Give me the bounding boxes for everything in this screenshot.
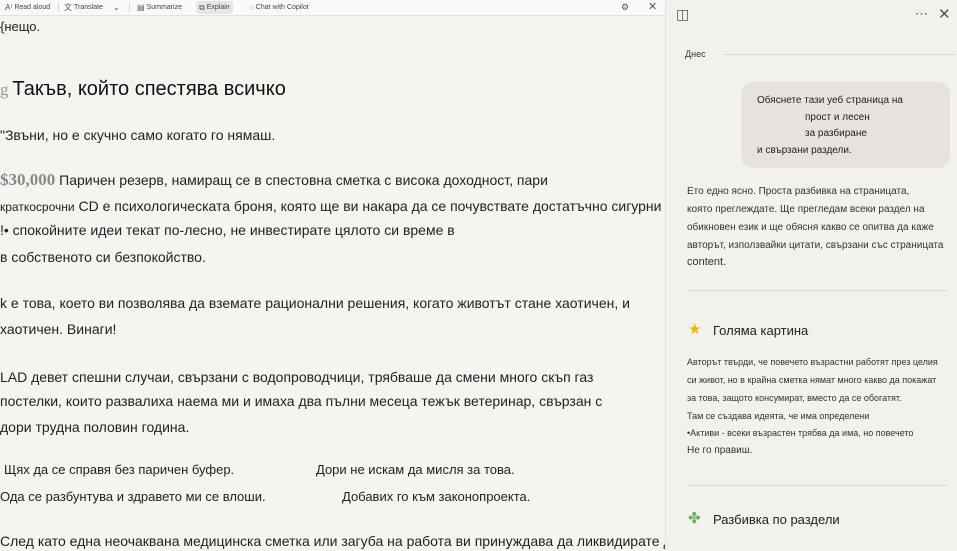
response-line: авторът, използвайки цитати, свързани съ… [687,240,944,251]
copilot-panel: ◫ ⋯ ✕ Днес Обяснете тази уеб страница на… [665,0,957,551]
user-message-bubble: Обяснете тази уеб страница на прост и ле… [741,82,950,168]
toolbar-divider [58,3,59,12]
response-line: обикновен език и ще обясня какво се опит… [687,222,934,233]
read-aloud-button[interactable]: A⁾ Read aloud [2,1,53,14]
para1-line1: $30,000 Паричен резерв, намиращ се в спе… [0,170,548,190]
explain-icon: ⧉ [199,3,205,12]
section-body-line: Там се създава идеята, че има определени [687,411,870,421]
date-label: Днес [685,49,706,59]
user-message-line: за разбиране [805,128,867,139]
column-text: Добавих го към законопроекта. [342,489,531,504]
user-message-line: Обяснете тази уеб страница на [757,95,903,106]
intro-text: {нещо. [0,19,41,34]
section-body-line: Авторът твърди, че повечето възрастни ра… [687,357,938,367]
amount-text: $30,000 [0,170,56,189]
sidebar-toggle-icon[interactable]: ◫ [676,6,689,23]
section-title-big-picture: Голяма картина [713,323,809,338]
summarize-label: Summarize [146,4,182,11]
column-text: Ода се разбунтува и здравето ми се влоши… [0,489,266,504]
section-body-line: си живот, но в крайна сметка нямат много… [687,375,937,385]
para1-line2-text: CD е психологическата броня, която ще ви… [78,198,662,214]
close-reader-icon[interactable]: ✕ [648,0,657,15]
para1-line2-prefix: краткосрочни [0,200,75,214]
summarize-icon: ▤ [137,3,145,12]
section-body-line: •Активи - всеки възрастен трябва да има,… [687,428,914,438]
settings-icon[interactable]: ⚙ [621,0,629,15]
response-line: content. [687,256,727,268]
para3-line2: постелки, които развалиха наема ми и има… [0,393,603,409]
star-icon: ★ [688,321,702,338]
date-divider [723,54,955,55]
article-content: {нещо. g Такъв, който спестява всичко "З… [0,16,665,551]
reader-toolbar: A⁾ Read aloud 文 Translate ⌄ ▤ Summarize … [0,0,665,16]
para1-line1-text: Паричен резерв, намиращ се в спестовна с… [59,172,548,188]
para3-line1: LAD девет спешни случаи, свързани с водо… [0,369,594,385]
section-body-line: за това, защото консумират, вместо да се… [687,393,902,403]
last-line: След като една неочаквана медицинска сме… [0,533,665,549]
response-line: която преглеждате. Ще прегледам всеки ра… [687,204,925,215]
close-icon[interactable]: ✕ [938,5,951,23]
section-divider [687,485,947,486]
para3-line3: дори трудна половин година. [0,419,190,435]
para1-line2: краткосрочни CD е психологическата броня… [0,198,661,214]
para1-line4: в собственото си безпокойство. [0,249,206,265]
read-aloud-label: Read aloud [14,4,51,11]
section-title-breakdown: Разбивка по раздели [713,512,840,527]
column-text: Дори не искам да мисля за това. [316,462,515,477]
page-heading: Такъв, който спестява всичко [12,78,286,100]
para2-line1: k е това, което ви позволява да вземате … [0,295,630,311]
more-options-icon[interactable]: ⋯ [915,6,928,22]
section-heading: g Такъв, който спестява всичко [0,78,286,101]
explain-label: Explain [206,4,230,11]
summarize-button[interactable]: ▤ Summarize [134,1,185,14]
translate-label: Translate [74,4,103,11]
user-message-line: и свързани раздели. [757,145,852,156]
section-divider [687,290,947,291]
para1-line3: !• спокойните идеи текат по-лесно, не ин… [0,222,455,238]
chat-label: Chat with Copilot [255,4,309,11]
chat-copilot-button[interactable]: ◌ Chat with Copilot [246,1,312,14]
chevron-down-icon: ⌄ [112,3,120,12]
explain-button[interactable]: ⧉ Explain [196,1,233,14]
quote-text: "Звъни, но е скучно само когато го нямаш… [0,127,276,143]
chat-icon: ◌ [249,3,254,12]
heading-prefix: g [0,80,9,99]
puzzle-icon: ✤ [688,510,701,527]
para2-line2: хаотичен. Винаги! [0,321,117,337]
response-line: Ето едно ясно. Проста разбивка на страни… [687,186,910,197]
translate-button[interactable]: 文 Translate ⌄ [61,1,123,14]
column-text: Щях да се справя без паричен буфер. [4,462,235,477]
section-body-line: Не го правиш. [687,445,753,456]
read-aloud-icon: A⁾ [5,3,13,12]
toolbar-divider [129,3,130,12]
user-message-line: прост и лесен [805,112,870,123]
translate-icon: 文 [64,3,72,12]
